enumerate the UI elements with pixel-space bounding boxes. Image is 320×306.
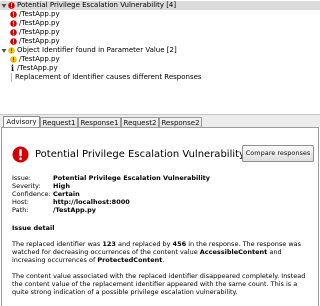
meta-value: High	[53, 182, 70, 190]
detail-text: and replaced by	[115, 240, 173, 248]
tree-note[interactable]: Replacement of Identifier causes differe…	[11, 73, 202, 82]
issue-detail-heading: Issue detail	[12, 224, 55, 232]
error-icon	[10, 20, 17, 27]
issue-detail-paragraph-1: The replaced identifier was 123 and repl…	[12, 240, 314, 264]
tree-item[interactable]: /TestApp.py	[10, 28, 60, 37]
issue-detail-paragraph-2: The content value associated with the re…	[12, 272, 306, 296]
meta-key: Host:	[12, 198, 29, 206]
warning-icon	[8, 47, 15, 54]
tree-item-path: /TestApp.py	[19, 37, 60, 45]
meta-value: Potential Privilege Escalation Vulnerabi…	[53, 174, 211, 182]
error-icon	[12, 146, 29, 163]
meta-row-confidence: Confidence: Certain	[12, 190, 210, 198]
issue-tree[interactable]: Potential Privilege Escalation Vulnerabi…	[0, 0, 320, 112]
meta-value: Certain	[53, 190, 80, 198]
tree-item-path: /TestApp.py	[19, 28, 60, 36]
meta-row-host: Host: http://localhost:8000	[12, 198, 210, 206]
collapse-toggle-icon[interactable]	[1, 3, 7, 9]
meta-key: Path:	[12, 206, 29, 214]
tree-group-privilege-escalation[interactable]: Potential Privilege Escalation Vulnerabi…	[0, 1, 320, 10]
tree-item[interactable]: /TestApp.py	[10, 10, 60, 19]
info-icon: i	[10, 63, 15, 73]
meta-row-path: Path: /TestApp.py	[12, 206, 210, 214]
tree-group-object-identifier[interactable]: Object Identifier found in Parameter Val…	[0, 46, 177, 55]
advisory-panel: Potential Privilege Escalation Vulnerabi…	[1, 127, 319, 306]
detail-text: .	[162, 256, 165, 264]
meta-value: http://localhost:8000	[53, 198, 130, 206]
error-icon	[10, 38, 17, 45]
tree-item-path: /TestApp.py	[19, 10, 60, 18]
error-icon	[10, 11, 17, 18]
tree-item[interactable]: /TestApp.py	[10, 37, 60, 46]
tree-item[interactable]: /TestApp.py	[10, 19, 60, 28]
content-value-2: ProtectedContent	[97, 256, 163, 264]
meta-key: Severity:	[12, 182, 41, 190]
replacement-identifier: 456	[172, 240, 187, 248]
warning-icon	[10, 56, 17, 63]
tree-group-title: Object Identifier found in Parameter Val…	[17, 46, 177, 54]
meta-key: Issue:	[12, 174, 31, 182]
original-identifier: 123	[102, 240, 116, 248]
advisory-title: Potential Privilege Escalation Vulnerabi…	[35, 149, 245, 160]
tree-item-path: /TestApp.py	[19, 19, 60, 27]
tree-note-text: Replacement of Identifier causes differe…	[11, 73, 202, 82]
tree-item[interactable]: /TestApp.py	[10, 55, 60, 64]
advisory-header: Potential Privilege Escalation Vulnerabi…	[12, 146, 245, 163]
tree-group-title: Potential Privilege Escalation Vulnerabi…	[17, 1, 177, 9]
content-value-1: AccessibleContent	[199, 248, 268, 256]
tree-item-path: /TestApp.py	[17, 64, 58, 72]
error-icon	[10, 29, 17, 36]
error-icon	[8, 2, 15, 9]
tree-item-path: /TestApp.py	[19, 55, 60, 63]
detail-text: The replaced identifier was	[12, 240, 103, 248]
meta-key: Confidence:	[12, 190, 51, 198]
issue-meta: Issue: Potential Privilege Escalation Vu…	[12, 174, 210, 214]
meta-row-issue: Issue: Potential Privilege Escalation Vu…	[12, 174, 210, 182]
compare-responses-button[interactable]: Compare responses	[242, 145, 314, 162]
meta-row-severity: Severity: High	[12, 182, 210, 190]
tree-item[interactable]: i /TestApp.py	[10, 64, 58, 73]
detail-tabbar: Advisory Request1 Response1 Request2 Res…	[0, 114, 320, 128]
collapse-toggle-icon[interactable]	[1, 48, 7, 54]
meta-value: /TestApp.py	[53, 206, 97, 214]
